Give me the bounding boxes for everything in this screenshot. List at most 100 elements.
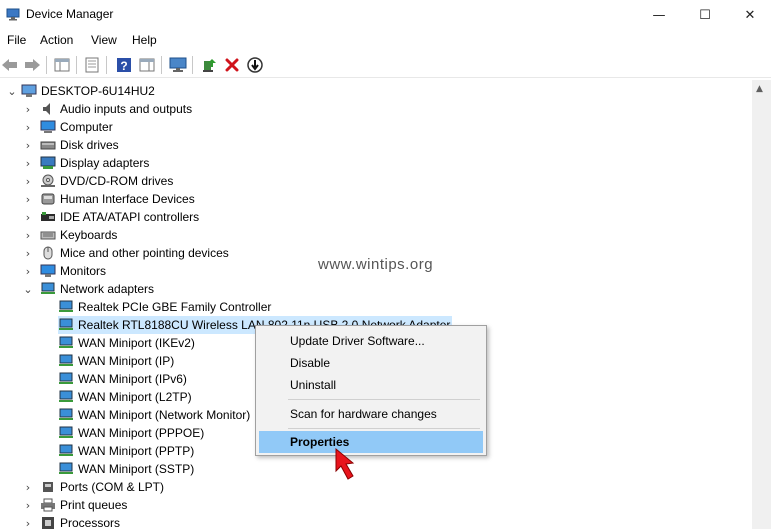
tree-category[interactable]: › IDE ATA/ATAPI controllers <box>0 208 752 226</box>
toolbar-separator <box>76 56 77 74</box>
device-manager-icon <box>6 8 20 21</box>
menu-separator <box>288 428 480 429</box>
disable-menu-item[interactable]: Disable <box>259 352 483 374</box>
red-pointer-arrow-icon <box>335 447 355 480</box>
network-adapter-item[interactable]: WAN Miniport (IPv6) <box>58 370 187 388</box>
processor-icon <box>42 517 54 529</box>
category-label: Network adapters <box>60 282 155 296</box>
back-arrow-icon[interactable] <box>0 55 20 75</box>
network-adapter-icon <box>59 300 73 312</box>
device-label: WAN Miniport (IKEv2) <box>78 336 195 350</box>
context-menu: Update Driver Software... Disable Uninst… <box>255 325 487 456</box>
vertical-scrollbar[interactable]: ▲ <box>752 80 771 529</box>
network-adapter-item[interactable]: WAN Miniport (PPPOE) <box>58 424 204 442</box>
device-label: WAN Miniport (PPPOE) <box>78 426 205 440</box>
tree-category[interactable]: › Print queues <box>0 496 752 514</box>
chevron-right-icon[interactable]: › <box>22 103 34 116</box>
category-label: Processors <box>60 516 121 529</box>
menu-bar: File Action View Help <box>0 30 771 50</box>
tree-category[interactable]: › Ports (COM & LPT) <box>0 478 752 496</box>
network-adapter-icon <box>59 336 73 348</box>
menu-view[interactable]: View <box>91 33 117 47</box>
forward-arrow-icon[interactable] <box>22 55 42 75</box>
close-button[interactable]: ✕ <box>727 0 771 30</box>
chevron-right-icon[interactable]: › <box>22 229 34 242</box>
network-adapter-icon <box>59 354 73 366</box>
tree-category[interactable]: › Processors <box>0 514 752 529</box>
network-adapter-item[interactable]: WAN Miniport (SSTP) <box>58 460 194 478</box>
chevron-right-icon[interactable]: › <box>22 499 34 512</box>
category-label: DVD/CD-ROM drives <box>60 174 174 188</box>
uninstall-red-x-icon[interactable] <box>222 55 242 75</box>
enable-device-icon[interactable] <box>245 55 265 75</box>
tree-category[interactable]: › Human Interface Devices <box>0 190 752 208</box>
chevron-right-icon[interactable]: › <box>22 211 34 224</box>
chevron-right-icon[interactable]: › <box>22 121 34 134</box>
tree-category[interactable]: › Keyboards <box>0 226 752 244</box>
toolbar-separator <box>46 56 47 74</box>
computer-icon <box>40 120 56 133</box>
chevron-down-icon[interactable]: ⌄ <box>22 283 34 296</box>
properties-menu-item[interactable]: Properties <box>259 431 483 453</box>
printer-icon <box>41 498 55 512</box>
category-label: Disk drives <box>60 138 119 152</box>
network-adapter-item[interactable]: WAN Miniport (PPTP) <box>58 442 194 460</box>
hid-icon <box>41 193 55 205</box>
menu-action[interactable]: Action <box>40 33 73 47</box>
tree-category[interactable]: › Audio inputs and outputs <box>0 100 752 118</box>
tree-root[interactable]: ⌄ DESKTOP-6U14HU2 <box>0 82 752 100</box>
show-hide-console-tree-icon[interactable] <box>52 55 72 75</box>
scan-hardware-menu-item[interactable]: Scan for hardware changes <box>259 403 483 425</box>
chevron-right-icon[interactable]: › <box>22 517 34 529</box>
chevron-right-icon[interactable]: › <box>22 139 34 152</box>
menu-separator <box>288 399 480 400</box>
action-pane-icon[interactable] <box>137 55 157 75</box>
update-driver-icon[interactable] <box>199 55 219 75</box>
network-adapter-icon <box>59 408 73 420</box>
network-adapter-item[interactable]: WAN Miniport (IP) <box>58 352 174 370</box>
category-label: Ports (COM & LPT) <box>60 480 165 494</box>
update-driver-menu-item[interactable]: Update Driver Software... <box>259 330 483 352</box>
tree-category[interactable]: › Computer <box>0 118 752 136</box>
menu-help[interactable]: Help <box>132 33 157 47</box>
network-adapter-item[interactable]: Realtek PCIe GBE Family Controller <box>58 298 271 316</box>
tree-category[interactable]: › Disk drives <box>0 136 752 154</box>
uninstall-menu-item[interactable]: Uninstall <box>259 374 483 396</box>
window-title: Device Manager <box>26 7 114 21</box>
network-adapter-item[interactable]: WAN Miniport (L2TP) <box>58 388 192 406</box>
chevron-right-icon[interactable]: › <box>22 265 34 278</box>
chevron-right-icon[interactable]: › <box>22 247 34 260</box>
chevron-right-icon[interactable]: › <box>22 193 34 206</box>
menu-file[interactable]: File <box>7 33 26 47</box>
chevron-right-icon[interactable]: › <box>22 481 34 494</box>
tree-category[interactable]: › Display adapters <box>0 154 752 172</box>
monitor-scan-icon[interactable] <box>168 55 188 75</box>
network-adapter-icon <box>59 372 73 384</box>
chevron-down-icon[interactable]: ⌄ <box>6 85 18 98</box>
chevron-right-icon[interactable]: › <box>22 175 34 188</box>
maximize-button[interactable]: ☐ <box>682 0 728 30</box>
minimize-button[interactable]: — <box>636 0 682 30</box>
category-label: Computer <box>60 120 113 134</box>
category-label: Human Interface Devices <box>60 192 195 206</box>
chevron-right-icon[interactable]: › <box>22 157 34 170</box>
device-label: WAN Miniport (L2TP) <box>78 390 192 404</box>
device-label: WAN Miniport (SSTP) <box>78 462 195 476</box>
svg-text:?: ? <box>120 59 127 73</box>
properties-sheet-icon[interactable] <box>82 55 102 75</box>
network-adapter-icon <box>59 444 73 456</box>
mouse-icon <box>43 246 53 260</box>
network-adapter-item[interactable]: WAN Miniport (Network Monitor) <box>58 406 250 424</box>
toolbar-separator <box>161 56 162 74</box>
title-bar: Device Manager — ☐ ✕ <box>0 0 771 30</box>
scroll-up-icon[interactable]: ▲ <box>756 84 763 94</box>
computer-icon <box>21 84 37 97</box>
device-label: WAN Miniport (IPv6) <box>78 372 187 386</box>
network-adapter-item[interactable]: WAN Miniport (IKEv2) <box>58 334 195 352</box>
tree-category-network-adapters[interactable]: ⌄ Network adapters <box>0 280 752 298</box>
category-label: Monitors <box>60 264 107 278</box>
help-icon[interactable]: ? <box>114 55 134 75</box>
toolbar-separator <box>192 56 193 74</box>
category-label: Mice and other pointing devices <box>60 246 229 260</box>
tree-category[interactable]: › DVD/CD-ROM drives <box>0 172 752 190</box>
